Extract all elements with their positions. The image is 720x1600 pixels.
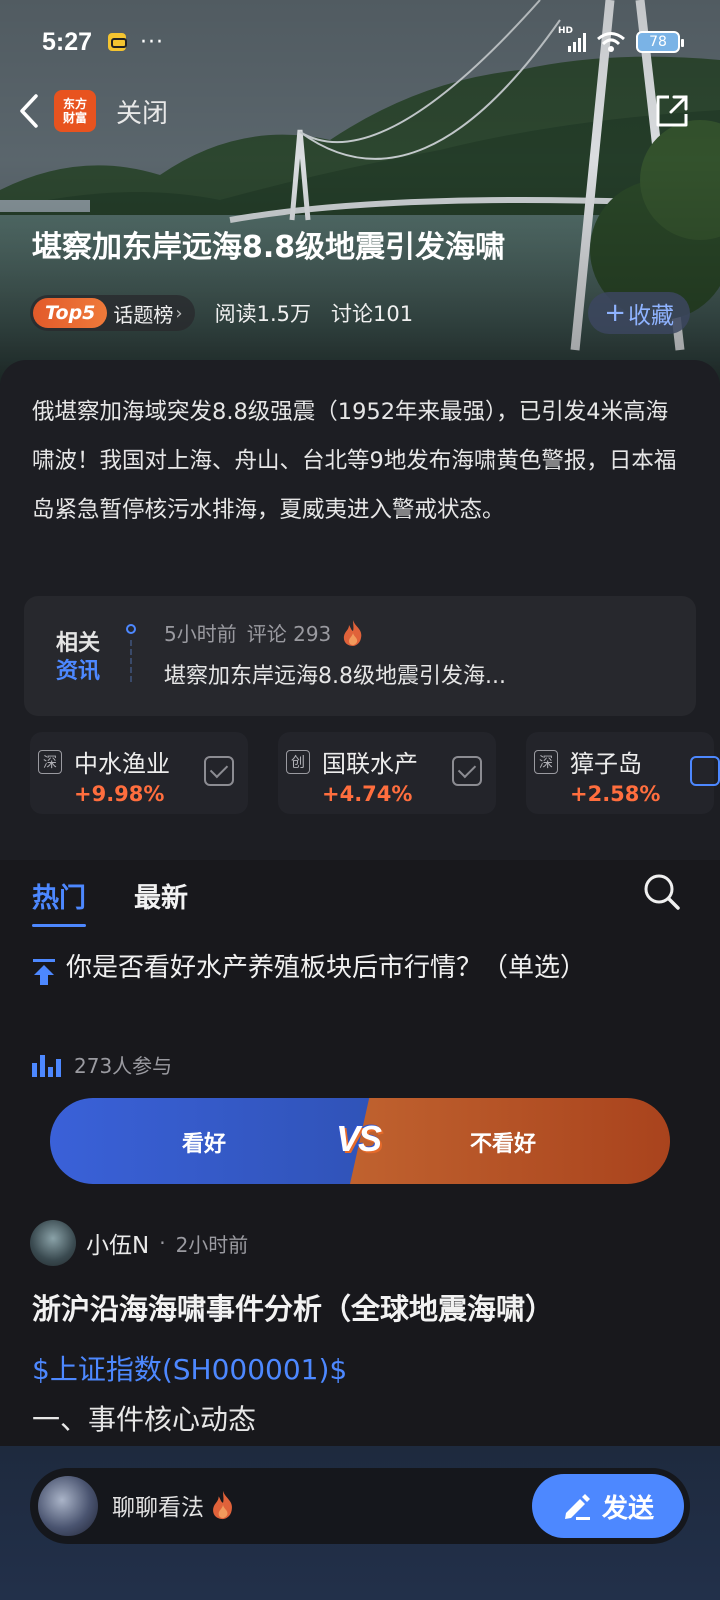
bar-chart-icon <box>32 1053 64 1077</box>
stock-card[interactable]: 深 獐子岛 +2.58% <box>526 732 720 814</box>
add-watchlist-icon[interactable] <box>690 756 720 786</box>
market-badge: 创 <box>286 750 310 774</box>
search-icon[interactable] <box>642 872 682 912</box>
pin-top-icon <box>33 959 55 985</box>
topic-rank-pill[interactable]: Top5 话题榜 › <box>30 295 195 331</box>
related-news-meta: 5小时前 评论 293 <box>164 618 365 647</box>
related-stocks: 深 中水渔业 +9.98% 创 国联水产 +4.74% 深 獐子岛 +2.58% <box>30 732 720 814</box>
rank-badge: Top5 <box>33 298 108 328</box>
wifi-icon <box>597 32 625 52</box>
topic-title: 堪察加东岸远海8.8级地震引发海啸 <box>32 230 506 265</box>
vote-no-label: 不看好 <box>470 1132 537 1157</box>
battery-icon: 78 <box>636 31 684 53</box>
plus-icon: + <box>604 298 626 328</box>
back-button[interactable] <box>14 91 44 131</box>
topic-card: 俄堪察加海域突发8.8级强震（1952年来最强），已引发4米高海啸波！我国对上海… <box>0 360 720 860</box>
close-button[interactable]: 关闭 <box>116 93 168 130</box>
signal-icon: HD <box>558 26 586 52</box>
post-section-heading: 一、事件核心动态 <box>32 1403 257 1436</box>
post-title[interactable]: 浙沪沿海海啸事件分析（全球地震海啸） <box>32 1288 690 1330</box>
timeline-dot <box>126 624 136 634</box>
read-count: 阅读1.5万 <box>214 302 311 326</box>
tab-latest[interactable]: 最新 <box>134 876 188 915</box>
post-author[interactable]: 小伍N · 2小时前 <box>30 1220 248 1266</box>
topic-meta: Top5 话题榜 › 阅读1.5万 讨论101 + 收藏 <box>30 292 690 334</box>
vs-icon: VS <box>336 1118 382 1159</box>
status-bar: 5:27 ··· HD 78 <box>42 24 684 60</box>
pen-icon <box>564 1494 590 1520</box>
market-badge: 深 <box>534 750 558 774</box>
related-news-card[interactable]: 相关 资讯 5小时前 评论 293 堪察加东岸远海8.8级地震引发海... <box>24 596 696 716</box>
timeline-line <box>130 640 132 682</box>
tab-hot[interactable]: 热门 <box>32 876 86 927</box>
status-time: 5:27 <box>42 27 93 56</box>
added-check-icon[interactable] <box>452 756 482 786</box>
chevron-left-icon <box>20 94 38 128</box>
vote-yes-label: 看好 <box>182 1132 227 1157</box>
comment-composer-bar: 聊聊看法 发送 <box>0 1446 720 1600</box>
post-time: 2小时前 <box>175 1232 249 1257</box>
stock-name: 中水渔业 <box>74 750 170 778</box>
market-badge: 深 <box>38 750 62 774</box>
stock-change: +9.98% <box>74 782 165 806</box>
author-name[interactable]: 小伍N <box>86 1226 149 1260</box>
discussion-count: 讨论101 <box>331 302 414 326</box>
stock-name: 獐子岛 <box>570 750 642 778</box>
stock-card[interactable]: 深 中水渔业 +9.98% <box>30 732 248 814</box>
poll-vote-bar: 看好 不看好 VS <box>50 1098 670 1184</box>
avatar[interactable] <box>30 1220 76 1266</box>
car-icon <box>108 33 128 51</box>
top-nav: 东方 财富 关闭 <box>14 86 690 136</box>
comment-placeholder[interactable]: 聊聊看法 <box>112 1488 236 1522</box>
user-avatar <box>38 1476 98 1536</box>
stock-name: 国联水产 <box>322 750 418 778</box>
poll-question: 你是否看好水产养殖板块后市行情？（单选） <box>32 948 680 988</box>
app-logo: 东方 财富 <box>54 90 96 132</box>
discussion-tabs: 热门 最新 <box>32 876 188 927</box>
added-check-icon[interactable] <box>204 756 234 786</box>
collect-button[interactable]: + 收藏 <box>588 292 690 334</box>
stock-change: +4.74% <box>322 782 413 806</box>
flame-icon <box>344 619 362 646</box>
flame-icon <box>213 1490 233 1520</box>
stock-link[interactable]: $上证指数(SH000001)$ <box>32 1348 347 1388</box>
comment-input[interactable]: 聊聊看法 发送 <box>30 1468 690 1544</box>
separator-dot: · <box>159 1231 166 1255</box>
stock-card[interactable]: 创 国联水产 +4.74% <box>278 732 496 814</box>
send-button[interactable]: 发送 <box>532 1474 684 1538</box>
related-news-tag: 相关 资讯 <box>56 631 101 684</box>
share-icon[interactable] <box>654 93 690 129</box>
topic-hero: 5:27 ··· HD 78 东方 财富 关闭 堪察加东岸远海8.8级地震引发海… <box>0 0 720 400</box>
related-news-headline: 堪察加东岸远海8.8级地震引发海... <box>164 664 506 689</box>
more-notifications-icon: ··· <box>140 29 165 55</box>
topic-description: 俄堪察加海域突发8.8级强震（1952年来最强），已引发4米高海啸波！我国对上海… <box>32 399 677 523</box>
rank-label: 话题榜 <box>113 302 174 327</box>
poll-participants: 273人参与 <box>32 1050 172 1079</box>
stock-change: +2.58% <box>570 782 661 806</box>
chevron-right-icon: › <box>175 302 183 324</box>
